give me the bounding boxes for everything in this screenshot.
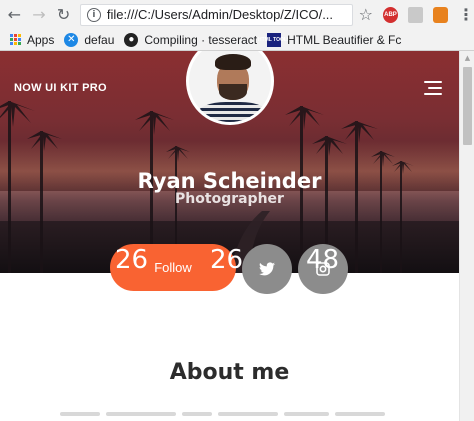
avatar [186,51,274,125]
stat-count-2: 26 [210,245,244,275]
vertical-scrollbar[interactable]: ▲ [459,51,474,421]
forward-button[interactable]: → [29,4,50,26]
github-icon: ● [124,32,139,47]
reload-button[interactable]: ↻ [53,4,74,26]
x-icon: ✕ [64,32,79,47]
address-bar[interactable]: i file:///C:/Users/Admin/Desktop/Z/ICO/.… [79,3,353,26]
brand-logo[interactable]: NOW UI KIT PRO [14,82,107,94]
metamask-fox-icon[interactable] [432,6,448,23]
browser-toolbar: ← → ↻ i file:///C:/Users/Admin/Desktop/Z… [0,0,474,29]
arrow-left-icon: ← [7,5,22,24]
back-button[interactable]: ← [4,4,25,26]
star-icon[interactable]: ☆ [359,5,373,24]
bookmark-label: Compiling · tesseract [144,32,258,47]
apps-grid-icon [10,34,21,45]
about-heading: About me [169,360,290,385]
hamburger-menu-icon[interactable] [424,81,442,95]
pdf-extension-icon[interactable] [407,6,423,23]
about-text-faded [60,412,399,421]
bookmark-label: HTML Beautifier & Fc [287,32,402,47]
arrow-right-icon: → [32,5,46,24]
profile-role: Photographer [175,191,284,207]
stat-count-1: 26 [115,245,149,275]
scrollbar-thumb[interactable] [463,67,472,145]
profile-name: Ryan Scheinder [137,169,322,193]
scroll-up-arrow-icon[interactable]: ▲ [460,51,474,65]
reload-icon: ↻ [56,5,71,24]
html-tools-icon: HTML TOOLS [258,32,290,47]
bookmark-html-beautifier[interactable]: HTML TOOLS HTML Beautifier & Fc [258,32,402,47]
adblock-plus-icon[interactable]: ABP [382,6,398,23]
address-url: file:///C:/Users/Admin/Desktop/Z/ICO/... [106,7,334,22]
bookmark-label: Apps [27,32,55,47]
bookmark-compiling-tesseract[interactable]: ● Compiling · tesseract [124,32,258,47]
kebab-menu-icon[interactable]: ⋮ [458,5,474,24]
bookmark-label: defau [84,32,115,47]
bookmark-apps[interactable]: Apps [10,33,54,47]
page-viewport: NOW UI KIT PRO Ryan Scheinder Photograph… [0,51,474,421]
bookmarks-bar: Apps ✕ defau ● Compiling · tesseract HTM… [0,29,474,51]
twitter-button[interactable] [242,244,292,294]
info-icon[interactable]: i [86,7,101,22]
bookmark-defau[interactable]: ✕ defau [64,32,115,47]
twitter-icon [259,262,275,276]
stat-count-3: 48 [306,245,340,275]
